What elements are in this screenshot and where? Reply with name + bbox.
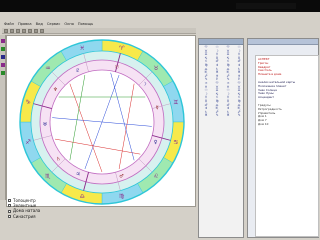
natal-chart-wheel: ♈♉♊♋♌♍♎♏♐♑♒♓ ☉☽☿♀♂♃♄♅♆♇ — [19, 39, 185, 205]
menu-item-file[interactable]: Файл — [4, 22, 14, 27]
menu-bar: Файл Правка Вид Сервис Окно Помощь — [2, 22, 196, 27]
toolbar-button-zoom[interactable] — [34, 29, 38, 33]
planet-glyph-icon[interactable]: ♃ — [76, 171, 80, 177]
tool-signs-icon[interactable] — [1, 63, 5, 67]
interpretation-section-analysis: Анализ натальной карты Положение планет Зн… — [258, 81, 316, 100]
toolbar — [2, 28, 196, 34]
zodiac-sign-icon: ♍ — [119, 193, 124, 200]
natal-chart-canvas[interactable]: ♈ ♉ ♊ ♋ ♌ ♍ ♎ ♏ ♐ ♑ ♒ ♓ ☉ ☽ ☿ ♀ ♂ ♃ ♄ ♅ ♆ ♇ — [6, 35, 196, 207]
table-glyph-icon: ♅ — [226, 113, 230, 118]
window-controls[interactable] — [236, 3, 296, 9]
title-bar — [0, 0, 320, 12]
option-synastry[interactable]: Синастрия — [8, 214, 88, 219]
zodiac-sign-icon: ♊ — [173, 99, 178, 106]
planet-glyph-icon[interactable]: ♄ — [56, 156, 60, 162]
menu-item-edit[interactable]: Правка — [18, 22, 32, 27]
table-column-houses: ☉ ☽ ☿ ♀ ♂ ♃ ♄ ♅ ♆ ♇ ♈ ♉ ♊ ♋ ♌ ♍ ♎ ♏ ♐ ♑ — [235, 45, 243, 238]
checkbox-icon[interactable] — [8, 214, 11, 218]
interpretation-section-details: Градусы Ретроградность Управитель Дом 1 Дом … — [258, 104, 316, 127]
zodiac-sign-icon: ♒ — [45, 65, 50, 72]
tool-aspect-icon[interactable] — [1, 39, 5, 43]
menu-item-window[interactable]: Окно — [64, 22, 74, 27]
zodiac-sign-icon: ♌ — [153, 173, 158, 180]
planet-glyph-icon[interactable]: ♆ — [53, 87, 57, 93]
chart-options-legend: Топоцентр Зелентные Дома натала Синастри… — [8, 198, 88, 219]
interpretation-panel: АСПЕКТ Тригон Квадрат Секстиль Планета в дом… — [247, 38, 319, 238]
zodiac-sign-icon: ♐ — [25, 139, 30, 146]
zodiac-sign-icon: ♋ — [173, 139, 178, 146]
zodiac-sign-icon: ♉ — [153, 65, 158, 72]
option-label: Синастрия — [13, 213, 36, 219]
checkbox-icon[interactable] — [8, 199, 11, 203]
zodiac-sign-icon: ♑ — [25, 99, 30, 106]
tool-planets-icon[interactable] — [1, 55, 5, 59]
tool-houses-icon[interactable] — [1, 47, 5, 51]
toolbar-button-save[interactable] — [16, 29, 20, 33]
zodiac-sign-icon: ♏ — [45, 173, 51, 180]
table-glyph-icon: ♑ — [237, 113, 241, 118]
toolbar-button-chart[interactable] — [40, 29, 44, 33]
checkbox-icon[interactable] — [8, 209, 11, 213]
menu-item-help[interactable]: Помощь — [78, 22, 93, 27]
table-column-aspects: ♈ ♉ ♊ ♋ ♌ ♍ ♎ ♏ ♐ ♑ ♒ ♓ ☉ ☽ ☿ ♀ ♂ ♃ ♄ ♅ — [224, 45, 232, 238]
planet-glyph-icon[interactable]: ♅ — [43, 122, 47, 128]
zodiac-sign-icon: ♈ — [119, 45, 125, 52]
interpretation-header — [248, 39, 318, 45]
menu-item-service[interactable]: Сервис — [47, 22, 60, 27]
table-glyph-icon: ♅ — [204, 113, 208, 118]
toolbar-button-settings[interactable] — [28, 29, 32, 33]
table-column-planets: ☉ ☽ ☿ ♀ ♂ ♃ ♄ ♅ ♆ ♇ ♈ ♉ ♊ ♋ ♌ ♍ ♎ ♏ ♐ ♑ — [213, 45, 221, 238]
table-column-signs: ♈ ♉ ♊ ♋ ♌ ♍ ♎ ♏ ♐ ♑ ♒ ♓ ☉ ☽ ☿ ♀ ♂ ♃ ♄ ♅ — [202, 45, 210, 238]
toolbar-button-open[interactable] — [10, 29, 14, 33]
positions-table-panel: ♈ ♉ ♊ ♋ ♌ ♍ ♎ ♏ ♐ ♑ ♒ ♓ ☉ ☽ ☿ ♀ ♂ ♃ ♄ ♅ ☉ ☽ ☿ ♀ ♂ ♃ ♄ ♅ ♆ ♇ ♈ ♉ ♊ ♋ ♌ ♍ ♎ ♏ ♐… — [198, 38, 244, 238]
planet-glyph-icon[interactable]: ♂ — [119, 173, 123, 179]
tool-transit-icon[interactable] — [1, 71, 5, 75]
toolbar-button-new[interactable] — [4, 29, 8, 33]
planet-glyph-icon[interactable]: ♀ — [154, 139, 158, 145]
planet-glyph-icon[interactable]: ☉ — [115, 65, 119, 71]
planet-glyph-icon[interactable]: ♇ — [76, 68, 80, 74]
planet-glyph-icon[interactable]: ☽ — [142, 82, 147, 88]
planet-glyph-icon[interactable]: ☿ — [156, 105, 159, 111]
menu-item-view[interactable]: Вид — [36, 22, 43, 27]
interpretation-section-aspects: АСПЕКТ Тригон Квадрат Секстиль Планета в дом… — [258, 58, 316, 77]
table-glyph-icon: ♑ — [215, 113, 219, 118]
zodiac-sign-icon: ♓ — [80, 45, 85, 52]
checkbox-icon[interactable] — [8, 204, 11, 208]
toolbar-button-print[interactable] — [22, 29, 26, 33]
interpretation-line: Дом 10 — [258, 122, 269, 126]
interpretation-document[interactable]: АСПЕКТ Тригон Квадрат Секстиль Планета в дом… — [255, 55, 319, 237]
